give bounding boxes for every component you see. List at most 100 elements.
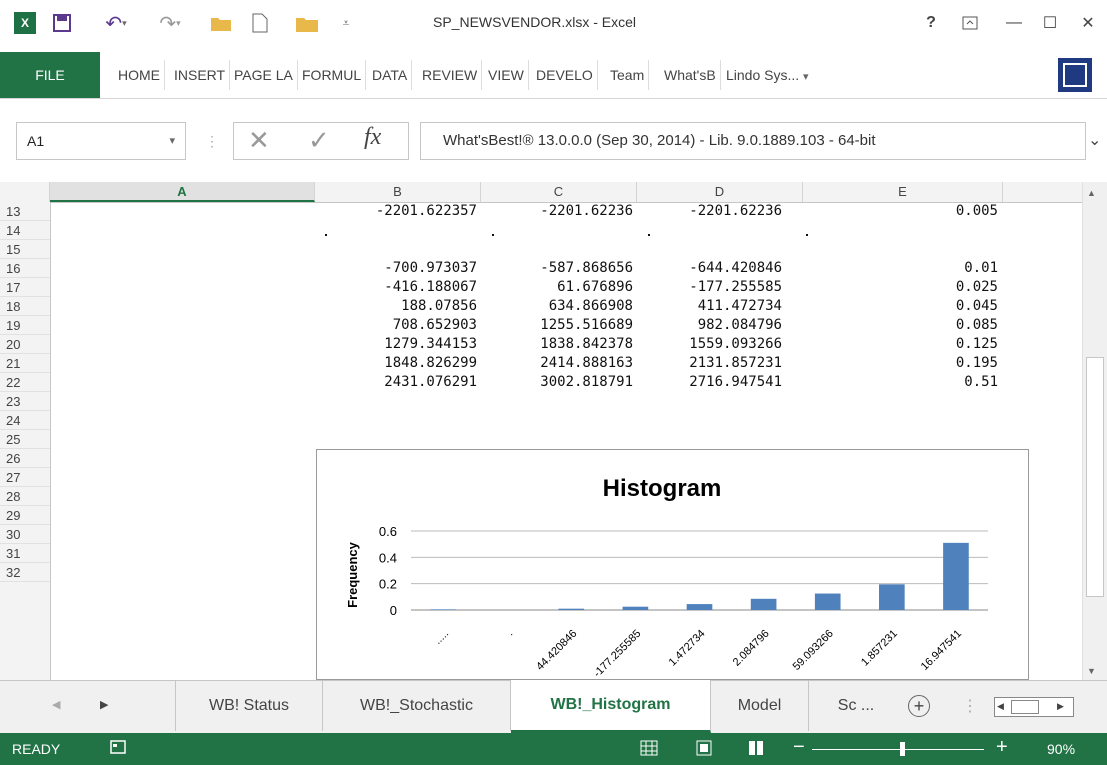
cell-e21[interactable]: 0.51 [803,373,998,392]
cell-c17[interactable]: 634.866908 [481,297,633,316]
histogram-bar[interactable] [622,606,649,610]
macro-recording-icon[interactable] [110,739,126,758]
cell-b13[interactable]: -2201.622357 [315,202,477,221]
cell-b19[interactable]: 1279.344153 [315,335,477,354]
cell-e15[interactable]: 0.01 [803,259,998,278]
cell-e16[interactable]: 0.025 [803,278,998,297]
vertical-scrollbar[interactable]: ▲ ▼ [1082,182,1107,680]
histogram-bar[interactable] [686,604,713,610]
column-header-a[interactable]: A [50,182,315,202]
cell-e13[interactable]: 0.005 [803,202,998,221]
undo-icon[interactable]: ↶ ▾ [96,12,136,35]
histogram-chart[interactable]: Histogram Frequency 0.6 0.4 0.2 0 ...... 44.… [316,449,1029,680]
open-folder-icon[interactable] [207,12,235,34]
row-header[interactable]: 22 [0,373,50,392]
column-header-c[interactable]: C [481,182,637,202]
cell-b21[interactable]: 2431.076291 [315,373,477,392]
zoom-slider-thumb[interactable] [900,742,905,756]
tab-split-grip-icon[interactable]: ⋮ [962,696,978,716]
zoom-level[interactable]: 90% [1047,741,1075,757]
row-header[interactable]: 31 [0,544,50,563]
sheet-tab-wb-histogram[interactable]: WB!_Histogram [511,680,711,733]
cell-e19[interactable]: 0.125 [803,335,998,354]
row-header[interactable]: 15 [0,240,50,259]
tab-home[interactable]: HOME [114,60,165,90]
name-box[interactable]: A1 ▾ [16,122,186,160]
cell-d18[interactable]: 982.084796 [637,316,782,335]
cell-c18[interactable]: 1255.516689 [481,316,633,335]
row-header[interactable]: 19 [0,316,50,335]
hscroll-left-arrow-icon[interactable]: ◀ [997,701,1004,712]
row-header[interactable]: 20 [0,335,50,354]
zoom-in-button[interactable]: + [996,736,1008,759]
cell-e17[interactable]: 0.045 [803,297,998,316]
histogram-bar[interactable] [750,598,777,610]
add-sheet-button[interactable]: + [908,695,930,717]
row-header[interactable]: 24 [0,411,50,430]
ribbon-display-icon[interactable] [958,12,982,34]
row-header[interactable]: 17 [0,278,50,297]
row-header[interactable]: 23 [0,392,50,411]
row-header[interactable]: 26 [0,449,50,468]
row-header[interactable]: 27 [0,468,50,487]
row-header[interactable]: 29 [0,506,50,525]
cancel-entry-button[interactable]: ✕ [248,125,270,156]
cell-d13[interactable]: -2201.62236 [637,202,782,221]
row-header[interactable]: 28 [0,487,50,506]
cell-e18[interactable]: 0.085 [803,316,998,335]
sheet-tab-wb-stochastic[interactable]: WB!_Stochastic [323,681,511,731]
histogram-bar[interactable] [430,609,456,610]
cell-c19[interactable]: 1838.842378 [481,335,633,354]
row-header[interactable]: 13 [0,202,50,221]
row-header[interactable]: 18 [0,297,50,316]
cell-d17[interactable]: 411.472734 [637,297,782,316]
cell-b15[interactable]: -700.973037 [315,259,477,278]
cell-c21[interactable]: 3002.818791 [481,373,633,392]
customize-qat-icon[interactable]: ⩡ [336,12,356,34]
cell-d20[interactable]: 2131.857231 [637,354,782,373]
histogram-bar[interactable] [814,593,841,610]
formula-input[interactable]: What'sBest!® 13.0.0.0 (Sep 30, 2014) - L… [420,122,1086,160]
cell-c15[interactable]: -587.868656 [481,259,633,278]
scroll-down-arrow-icon[interactable]: ▼ [1087,666,1096,676]
sheet-tab-model[interactable]: Model [711,681,809,731]
cell-d16[interactable]: -177.255585 [637,278,782,297]
cell-b17[interactable]: 188.07856 [315,297,477,316]
sheet-prev-icon[interactable]: ◀ [52,698,60,711]
column-header-e[interactable]: E [803,182,1003,202]
histogram-bar[interactable] [943,542,969,610]
help-button[interactable]: ? [920,12,942,34]
column-header-b[interactable]: B [315,182,481,202]
tab-team[interactable]: Team [606,60,650,90]
expand-formula-bar-icon[interactable]: ⌄ [1088,130,1104,150]
minimize-button[interactable]: — [1000,12,1028,34]
folder-icon[interactable] [292,12,322,34]
sheet-tab-scenarios[interactable]: Sc ... [809,681,903,731]
tab-review[interactable]: REVIEW [418,60,483,90]
row-header[interactable]: 14 [0,221,50,240]
user-avatar[interactable] [1058,58,1092,92]
cell-c16[interactable]: 61.676896 [481,278,633,297]
histogram-bar[interactable] [558,608,585,610]
histogram-bar[interactable] [879,584,905,610]
cell-b20[interactable]: 1848.826299 [315,354,477,373]
tab-insert[interactable]: INSERT [170,60,231,90]
cell-c20[interactable]: 2414.888163 [481,354,633,373]
cell-e20[interactable]: 0.195 [803,354,998,373]
cell-d21[interactable]: 2716.947541 [637,373,782,392]
horizontal-scrollbar[interactable]: ◀ ▶ [994,697,1074,717]
select-all-corner[interactable] [0,182,50,202]
row-header[interactable]: 16 [0,259,50,278]
name-box-caret-icon[interactable]: ▾ [169,123,175,159]
hscroll-right-arrow-icon[interactable]: ▶ [1057,701,1064,712]
save-icon[interactable] [50,12,74,34]
tab-whatsbest[interactable]: What'sB [660,60,721,90]
zoom-out-button[interactable]: − [793,736,805,759]
cell-b16[interactable]: -416.188067 [315,278,477,297]
cell-d19[interactable]: 1559.093266 [637,335,782,354]
sheet-next-icon[interactable]: ▶ [100,698,108,711]
insert-function-button[interactable]: fx [364,124,381,151]
sheet-tab-wb-status[interactable]: WB! Status [175,681,323,731]
tab-view[interactable]: VIEW [484,60,529,90]
scroll-thumb[interactable] [1086,357,1104,597]
